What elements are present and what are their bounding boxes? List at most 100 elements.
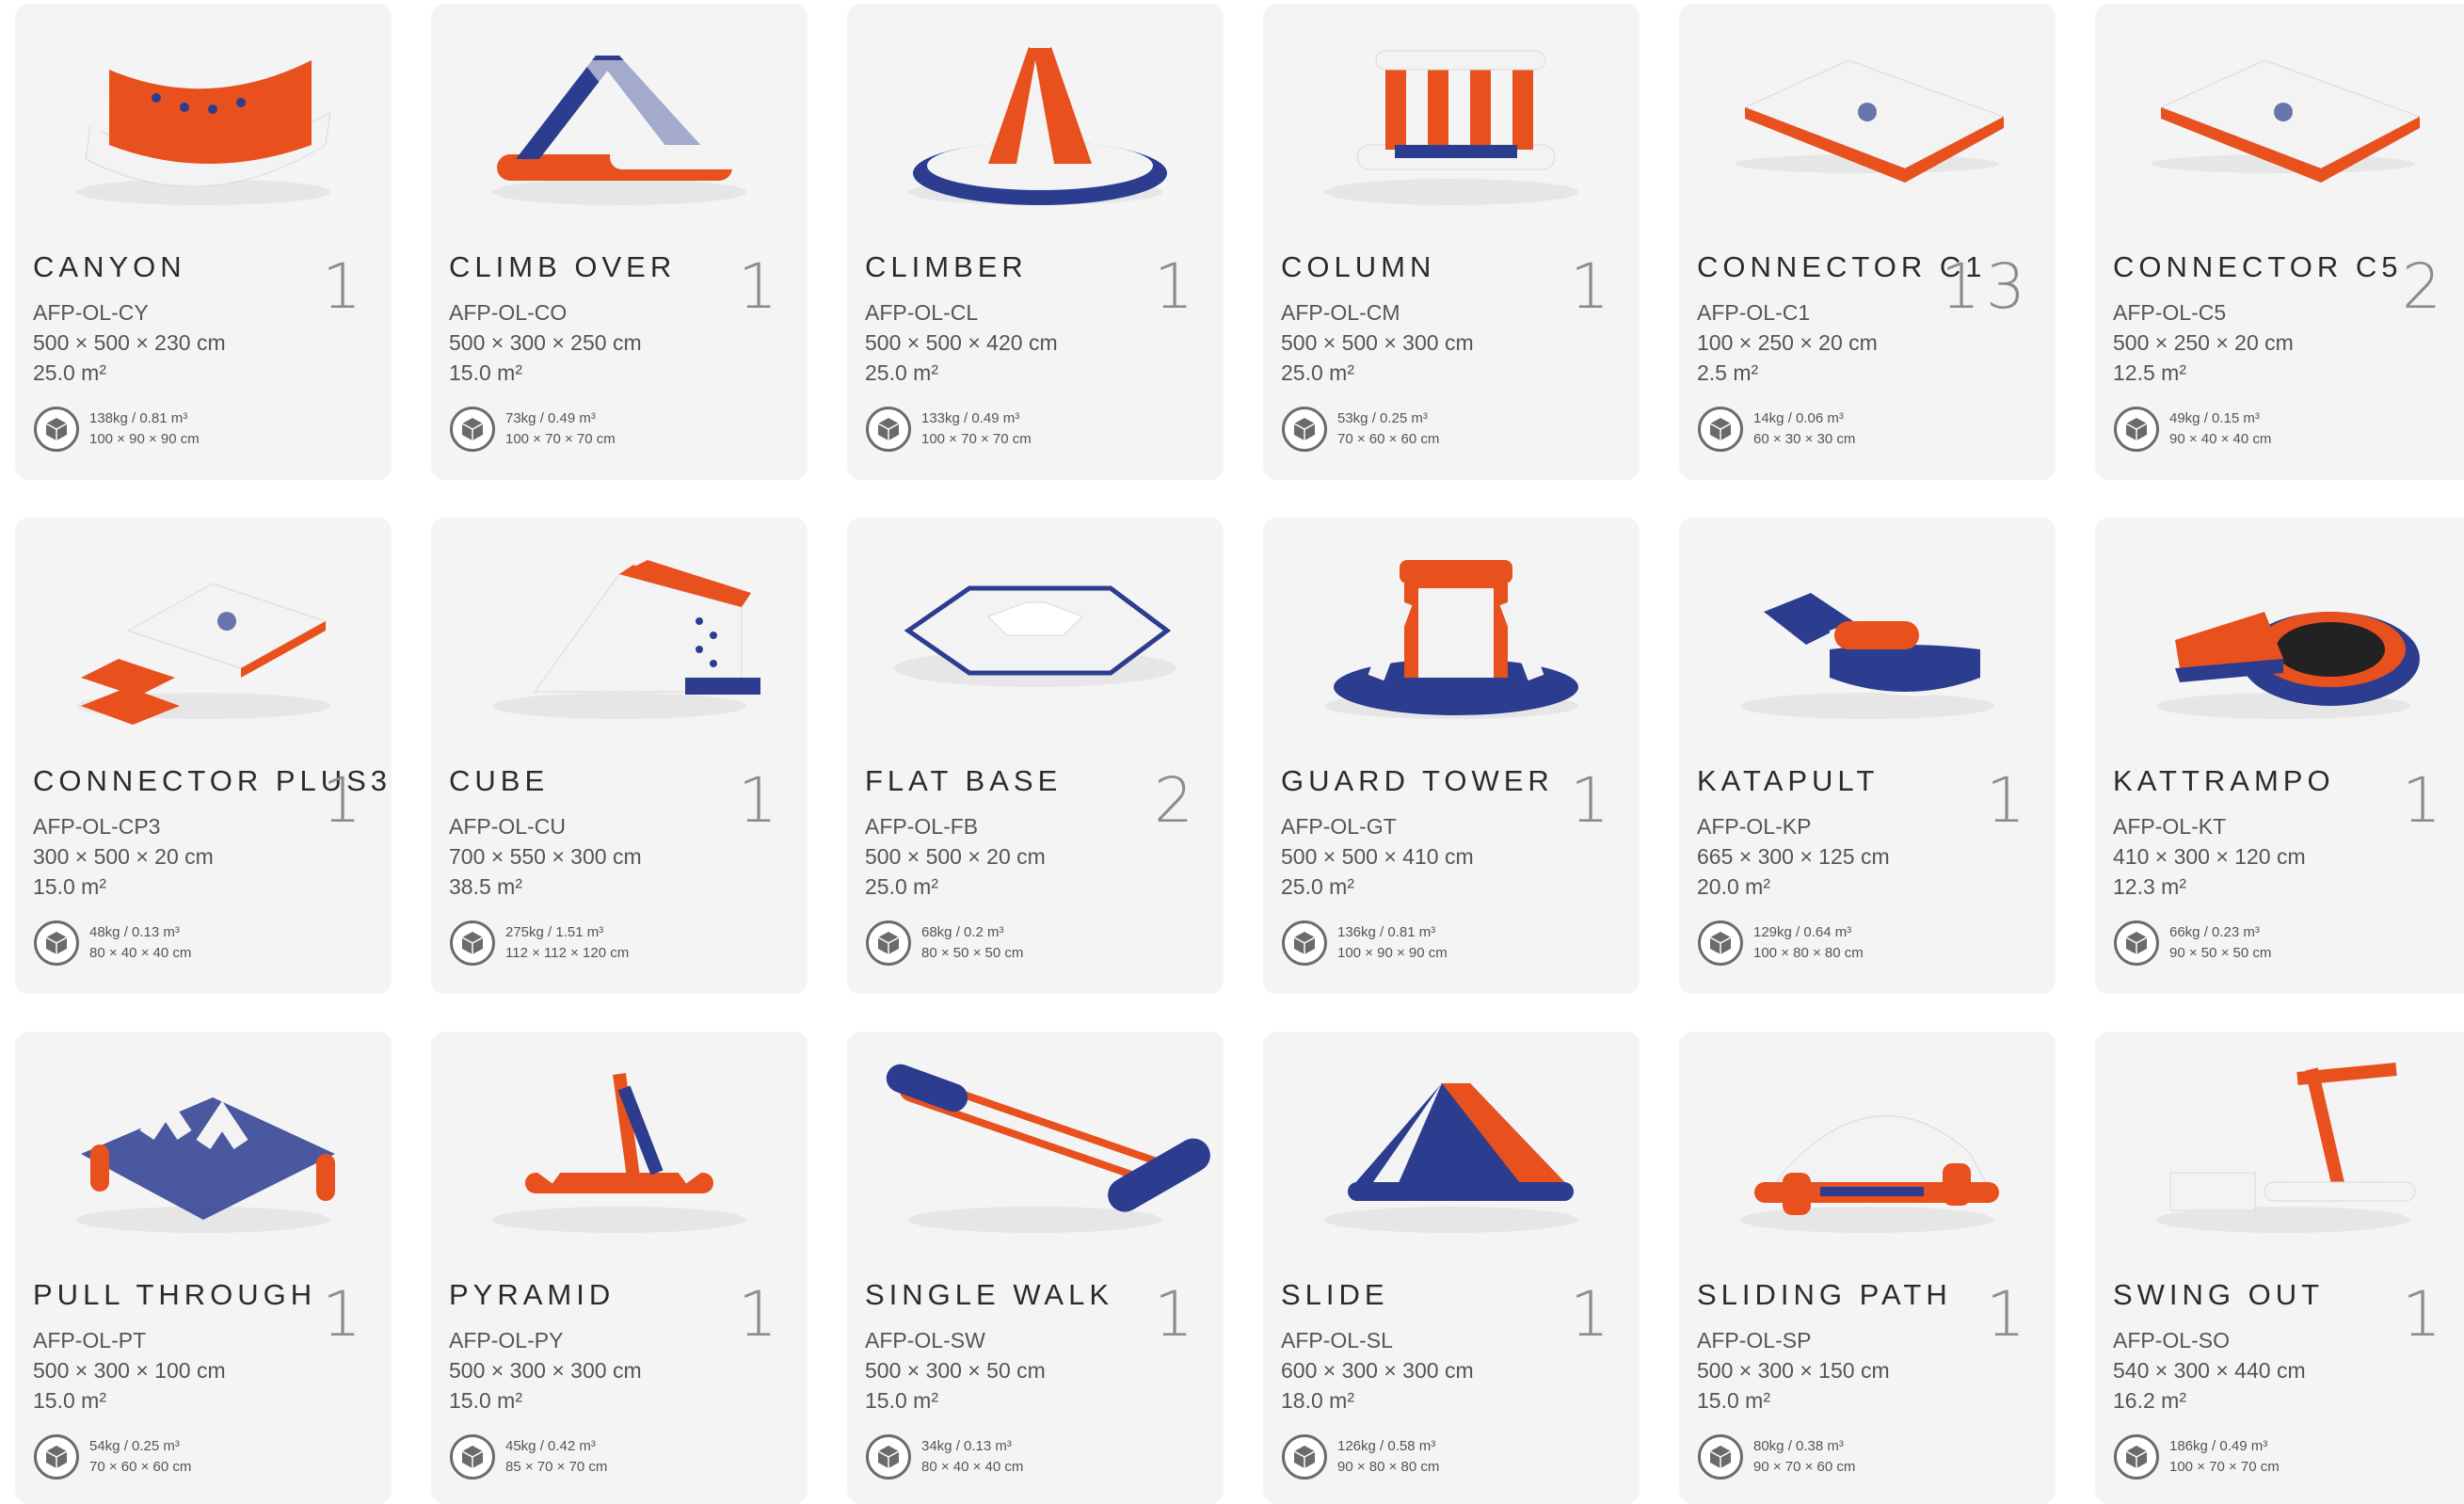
package-dimensions: 70 × 60 × 60 cm [1337,431,1440,447]
product-dimensions: 500 × 500 × 300 cm [1281,330,1474,355]
product-quantity: 1 [1986,764,2031,837]
product-card[interactable]: CONNECTOR PLUS3 1 AFP-OL-CP3 300 × 500 ×… [15,518,392,994]
product-dimensions: 665 × 300 × 125 cm [1697,844,1890,869]
product-image [2095,1032,2464,1276]
product-area: 12.5 m² [2113,360,2186,385]
package-dimensions: 90 × 80 × 80 cm [1337,1459,1440,1475]
product-area: 15.0 m² [1697,1388,1770,1413]
package-dimensions: 100 × 90 × 90 cm [89,431,200,447]
package-weight: 275kg / 1.51 m³ [505,924,604,940]
product-card[interactable]: CONNECTOR C1 13 AFP-OL-C1 100 × 250 × 20… [1679,4,2056,480]
product-card[interactable]: CUBE 1 AFP-OL-CU 700 × 550 × 300 cm 38.5… [431,518,808,994]
product-card[interactable]: SINGLE WALK 1 AFP-OL-SW 500 × 300 × 50 c… [847,1032,1224,1504]
product-name: FLAT BASE [865,764,1063,797]
package-dimensions: 100 × 70 × 70 cm [921,431,1032,447]
product-image [1263,4,1640,248]
package-dimensions: 100 × 70 × 70 cm [505,431,616,447]
package-box-icon [34,1434,79,1480]
product-code: AFP-OL-PY [449,1328,564,1352]
product-image [1679,4,2056,248]
product-card[interactable]: COLUMN 1 AFP-OL-CM 500 × 500 × 300 cm 25… [1263,4,1640,480]
product-dimensions: 500 × 500 × 420 cm [865,330,1058,355]
product-image [1679,518,2056,762]
product-area: 12.3 m² [2113,874,2186,899]
product-quantity: 1 [1570,764,1615,837]
product-name: SLIDE [1281,1278,1389,1311]
package-box-icon [866,407,911,452]
product-name: CANYON [33,250,186,283]
package-box-icon [1698,920,1743,966]
package-dimensions: 112 × 112 × 120 cm [505,945,630,961]
package-dimensions: 100 × 80 × 80 cm [1753,945,1864,961]
package-weight: 14kg / 0.06 m³ [1753,410,1844,426]
product-dimensions: 410 × 300 × 120 cm [2113,844,2306,869]
product-quantity: 1 [738,1278,783,1351]
product-image [847,518,1224,762]
product-image [847,4,1224,248]
product-name: PYRAMID [449,1278,616,1311]
product-card[interactable]: SLIDE 1 AFP-OL-SL 600 × 300 × 300 cm 18.… [1263,1032,1640,1504]
product-card[interactable]: CLIMB OVER 1 AFP-OL-CO 500 × 300 × 250 c… [431,4,808,480]
product-quantity: 13 [1941,250,2031,323]
product-image [431,1032,808,1276]
product-area: 2.5 m² [1697,360,1759,385]
product-quantity: 2 [2402,250,2447,323]
package-dimensions: 80 × 40 × 40 cm [89,945,192,961]
product-dimensions: 500 × 300 × 100 cm [33,1358,226,1383]
package-box-icon [450,1434,495,1480]
product-image [431,518,808,762]
product-quantity: 1 [2402,764,2447,837]
product-dimensions: 500 × 500 × 230 cm [33,330,226,355]
package-dimensions: 100 × 70 × 70 cm [2169,1459,2280,1475]
product-name: GUARD TOWER [1281,764,1554,797]
product-card[interactable]: SLIDING PATH 1 AFP-OL-SP 500 × 300 × 150… [1679,1032,2056,1504]
product-code: AFP-OL-CO [449,300,568,325]
product-image [15,1032,392,1276]
product-area: 15.0 m² [33,874,106,899]
product-card[interactable]: CANYON 1 AFP-OL-CY 500 × 500 × 230 cm 25… [15,4,392,480]
package-box-icon [34,920,79,966]
package-dimensions: 85 × 70 × 70 cm [505,1459,608,1475]
product-card[interactable]: FLAT BASE 2 AFP-OL-FB 500 × 500 × 20 cm … [847,518,1224,994]
product-card[interactable]: CLIMBER 1 AFP-OL-CL 500 × 500 × 420 cm 2… [847,4,1224,480]
product-card[interactable]: PYRAMID 1 AFP-OL-PY 500 × 300 × 300 cm 1… [431,1032,808,1504]
product-image [1679,1032,2056,1276]
package-dimensions: 90 × 40 × 40 cm [2169,431,2272,447]
product-name: CLIMBER [865,250,1028,283]
product-image [1263,518,1640,762]
package-dimensions: 60 × 30 × 30 cm [1753,431,1856,447]
product-card[interactable]: KATTRAMPO 1 AFP-OL-KT 410 × 300 × 120 cm… [2095,518,2464,994]
product-code: AFP-OL-SP [1697,1328,1812,1352]
product-card[interactable]: CONNECTOR C5 2 AFP-OL-C5 500 × 250 × 20 … [2095,4,2464,480]
package-box-icon [1282,407,1327,452]
product-area: 15.0 m² [449,1388,522,1413]
product-image [2095,4,2464,248]
product-dimensions: 500 × 300 × 300 cm [449,1358,642,1383]
product-card[interactable]: GUARD TOWER 1 AFP-OL-GT 500 × 500 × 410 … [1263,518,1640,994]
product-name: CLIMB OVER [449,250,677,283]
package-dimensions: 100 × 90 × 90 cm [1337,945,1448,961]
product-name: CONNECTOR C5 [2113,250,2403,283]
product-quantity: 1 [738,250,783,323]
product-image [431,4,808,248]
product-name: KATAPULT [1697,764,1880,797]
product-quantity: 1 [322,764,367,837]
package-weight: 45kg / 0.42 m³ [505,1438,596,1454]
product-code: AFP-OL-C5 [2113,300,2227,325]
product-card[interactable]: PULL THROUGH 1 AFP-OL-PT 500 × 300 × 100… [15,1032,392,1504]
package-box-icon [2114,1434,2159,1480]
product-card[interactable]: SWING OUT 1 AFP-OL-SO 540 × 300 × 440 cm… [2095,1032,2464,1504]
product-dimensions: 100 × 250 × 20 cm [1697,330,1878,355]
package-weight: 53kg / 0.25 m³ [1337,410,1428,426]
product-quantity: 1 [1154,1278,1199,1351]
product-area: 25.0 m² [1281,874,1354,899]
product-card[interactable]: KATAPULT 1 AFP-OL-KP 665 × 300 × 125 cm … [1679,518,2056,994]
product-area: 25.0 m² [1281,360,1354,385]
product-image [15,4,392,248]
product-dimensions: 700 × 550 × 300 cm [449,844,642,869]
product-quantity: 1 [1986,1278,2031,1351]
package-box-icon [34,407,79,452]
package-box-icon [450,407,495,452]
package-weight: 80kg / 0.38 m³ [1753,1438,1844,1454]
package-weight: 129kg / 0.64 m³ [1753,924,1852,940]
